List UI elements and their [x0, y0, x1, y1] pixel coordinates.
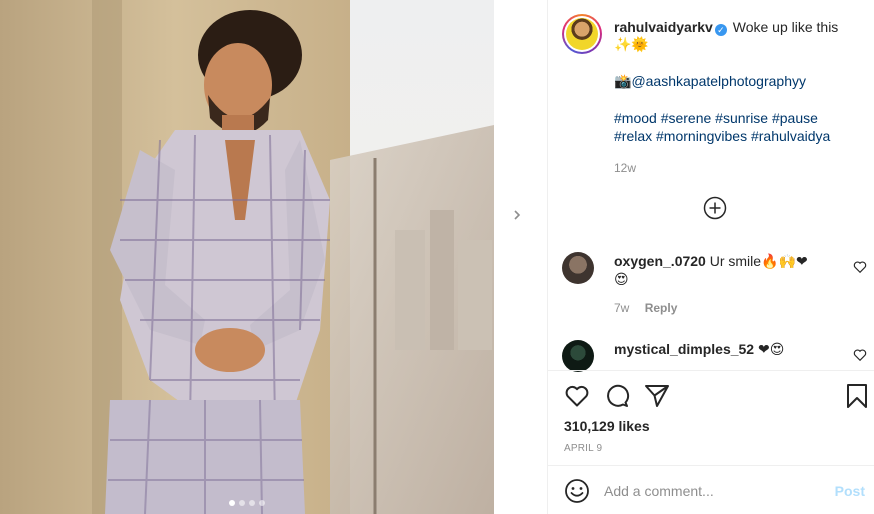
- reply-button[interactable]: Reply: [645, 301, 678, 315]
- photographer-mention[interactable]: @aashkapatelphotographyy: [631, 73, 806, 89]
- carousel-indicator: [0, 500, 494, 506]
- carousel-dot: [239, 500, 245, 506]
- comment-body: oxygen_.0720 Ur smile🔥🙌❤ 😍 7w Reply: [614, 252, 829, 317]
- author-username[interactable]: rahulvaidyarkv: [614, 19, 713, 35]
- hashtags-line-1[interactable]: #mood #serene #sunrise #pause: [614, 109, 854, 127]
- commenter-username[interactable]: mystical_dimples_52: [614, 341, 754, 357]
- carousel-dot: [249, 500, 255, 506]
- photo-illustration: [0, 0, 547, 514]
- hashtags-line-2[interactable]: #relax #morningvibes #rahulvaidya: [614, 127, 854, 145]
- commenter-avatar[interactable]: [562, 340, 594, 372]
- chevron-right-icon: [514, 210, 521, 220]
- commenter-username[interactable]: oxygen_.0720: [614, 253, 706, 269]
- likes-count[interactable]: 310,129 likes: [564, 418, 650, 434]
- caption-age: 12w: [614, 161, 637, 175]
- instagram-post: rahulvaidyarkv ✓ Woke up like this ✨🌞 📸@a…: [0, 0, 874, 514]
- camera-emoji: 📸: [614, 74, 632, 90]
- plus-circle-icon[interactable]: [703, 196, 727, 220]
- comment-text: Ur smile: [709, 253, 762, 269]
- comment-age: 7w: [614, 301, 630, 315]
- carousel-dot: [229, 500, 235, 506]
- comment-composer: Post: [548, 465, 874, 514]
- carousel-dot: [259, 500, 265, 506]
- action-bar: [548, 371, 874, 421]
- comment-input[interactable]: [604, 478, 824, 504]
- comment-emoji: ❤😍: [757, 342, 785, 358]
- comment-bubble-icon[interactable]: [604, 383, 630, 409]
- comment-meta: 7w Reply: [614, 299, 829, 317]
- caption-emoji: ✨🌞: [614, 37, 649, 53]
- caption-text-block: rahulvaidyarkv ✓ Woke up like this ✨🌞 📸@a…: [614, 18, 854, 177]
- caption-text: Woke up like this: [732, 19, 839, 35]
- paper-plane-icon[interactable]: [644, 383, 670, 409]
- comment-emoji: 🔥🙌❤: [761, 254, 808, 270]
- author-avatar[interactable]: [562, 14, 602, 54]
- heart-icon[interactable]: [564, 383, 590, 409]
- commenter-avatar[interactable]: [562, 252, 594, 284]
- post-comment-button[interactable]: Post: [835, 483, 865, 499]
- comment-body: mystical_dimples_52 ❤😍: [614, 340, 829, 359]
- comment-emoji-line2: 😍: [614, 272, 629, 288]
- verified-badge-icon: ✓: [714, 24, 727, 36]
- post-date[interactable]: APRIL 9: [564, 443, 602, 454]
- post-details-panel: rahulvaidyarkv ✓ Woke up like this ✨🌞 📸@a…: [547, 0, 874, 514]
- carousel-next-button[interactable]: [510, 208, 538, 236]
- heart-icon[interactable]: [853, 348, 867, 362]
- bookmark-icon[interactable]: [844, 383, 870, 409]
- smiley-icon[interactable]: [564, 478, 590, 504]
- post-photo[interactable]: [0, 0, 547, 514]
- heart-icon[interactable]: [853, 260, 867, 274]
